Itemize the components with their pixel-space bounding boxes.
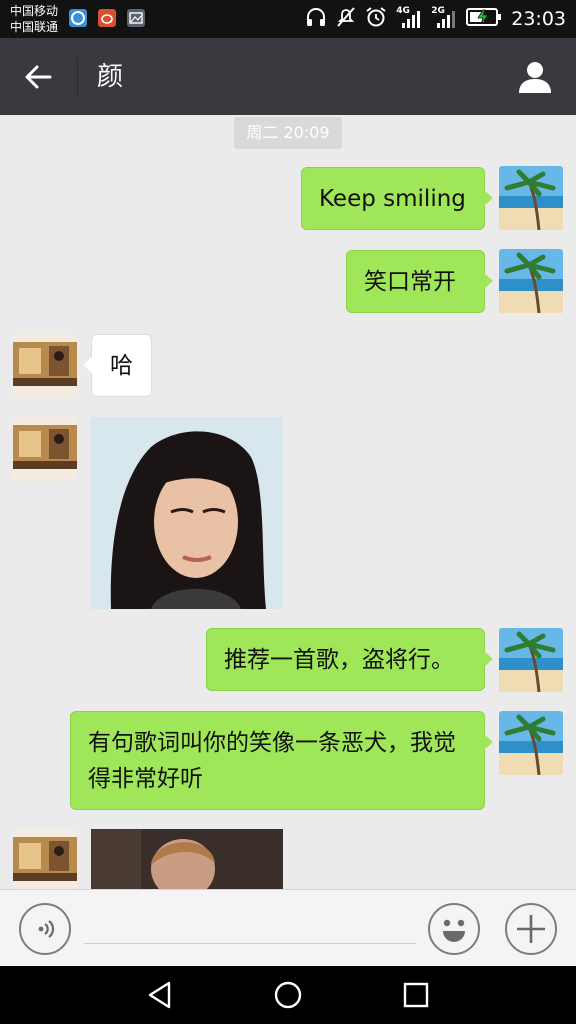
contact-avatar[interactable] [13,417,77,481]
recents-square-icon [403,982,429,1008]
message-bubble-outgoing[interactable]: 有句歌词叫你的笑像一条恶犬，我觉得非常好听 [70,711,493,810]
contact-avatar[interactable] [13,829,77,889]
voice-icon [38,920,55,938]
alarm-icon [365,6,387,32]
arrow-left-icon [25,65,52,89]
my-avatar[interactable] [499,166,563,230]
battery-charging-icon [466,6,502,32]
app-gallery-icon [127,9,145,27]
contact-avatar[interactable] [13,334,77,398]
my-avatar[interactable] [499,711,563,775]
mute-icon [336,6,356,32]
message-bubble-outgoing[interactable]: 笑口常开 [346,250,493,313]
back-triangle-icon [148,981,171,1009]
emoji-button[interactable] [428,903,480,955]
app-browser-icon [69,9,87,27]
carrier-2: 中国联通 [10,20,59,34]
headphones-icon [305,6,327,32]
message-bubble-incoming[interactable]: 哈 [83,334,152,397]
header-divider [77,58,78,96]
message-input[interactable] [84,904,416,944]
image-message[interactable] [91,417,283,609]
network-type-2: 2G [431,6,445,16]
network-type-1: 4G [396,6,410,16]
nav-recents-button[interactable] [392,973,440,1017]
my-avatar[interactable] [499,249,563,313]
voice-button[interactable] [19,903,71,955]
my-avatar[interactable] [499,628,563,692]
chat-title: 颜 [97,62,124,92]
profile-button[interactable] [514,56,556,98]
message-bubble-outgoing[interactable]: Keep smiling [301,167,493,230]
home-circle-icon [274,981,302,1009]
message-list[interactable]: 周二 20:09 Keep smiling 笑口常开 哈 推荐一首歌，盗将行。 [0,115,576,889]
message-bubble-outgoing[interactable]: 推荐一首歌，盗将行。 [206,628,493,691]
message-timestamp: 周二 20:09 [234,117,342,149]
clock: 23:03 [511,8,566,30]
person-icon [519,62,551,93]
image-message[interactable] [91,829,283,889]
carrier-1: 中国移动 [10,4,59,18]
nav-home-button[interactable] [264,973,312,1017]
nav-back-button[interactable] [136,973,184,1017]
chat-header: 颜 [0,38,576,115]
more-button[interactable] [505,903,557,955]
signal-2g-icon: 2G [431,6,457,30]
input-bar [0,889,576,966]
status-bar: 中国移动 中国联通 4G 2G 23:03 [0,0,576,38]
signal-4g-icon: 4G [396,6,422,30]
back-button[interactable] [14,53,62,101]
system-navigation-bar [0,966,576,1024]
plus-icon [517,915,545,943]
app-weibo-icon [98,9,116,27]
carrier-info: 中国移动 中国联通 [10,3,58,35]
emoji-icon [443,919,465,942]
